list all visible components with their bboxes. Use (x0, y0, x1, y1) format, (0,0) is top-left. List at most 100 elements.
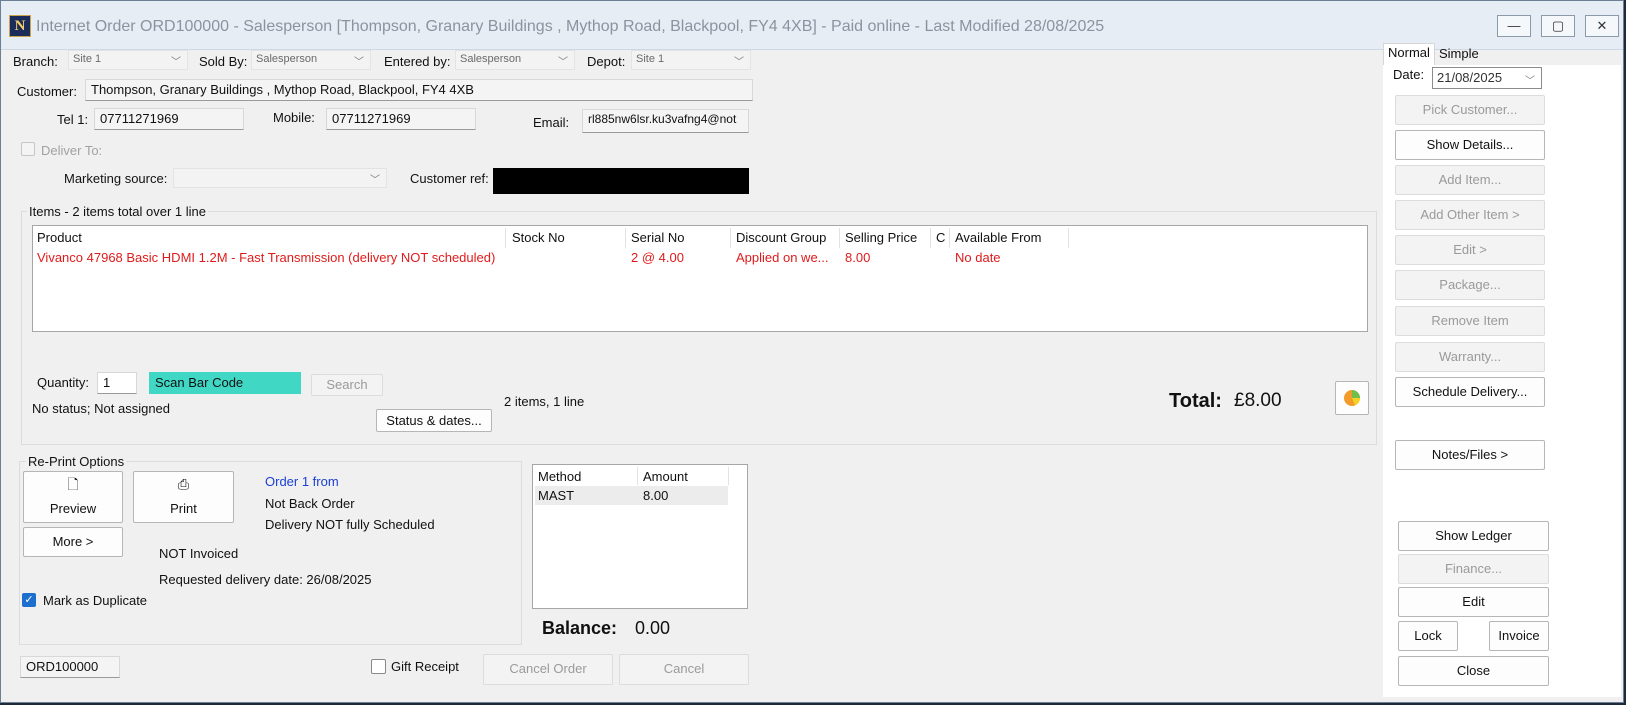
search-button[interactable]: Search (311, 374, 383, 396)
minimize-icon: — (1507, 18, 1521, 33)
chevron-down-icon: ﹀ (354, 57, 364, 68)
date-picker[interactable]: 21/08/2025 ﹀ (1432, 67, 1542, 89)
edit-item-button[interactable]: Edit > (1395, 235, 1545, 265)
gift-receipt-label: Gift Receipt (391, 659, 459, 674)
chevron-down-icon: ﹀ (734, 57, 744, 68)
restore-button[interactable]: ▢ (1541, 15, 1575, 37)
sold-by-select[interactable]: Salesperson ﹀ (251, 50, 371, 70)
order-link[interactable]: Order 1 from (265, 474, 339, 489)
column-header-method[interactable]: Method (538, 469, 581, 484)
tel-field[interactable]: 07711271969 (94, 108, 244, 130)
restore-icon: ▢ (1551, 18, 1565, 33)
column-header-available-from[interactable]: Available From (955, 230, 1041, 245)
show-details-button[interactable]: Show Details... (1395, 130, 1545, 160)
email-label: Email: (533, 115, 570, 130)
deliver-to-checkbox[interactable] (21, 142, 35, 156)
pick-customer-button[interactable]: Pick Customer... (1395, 95, 1545, 125)
window-title: Internet Order ORD100000 - Salesperson [… (36, 18, 1105, 35)
check-icon: ✓ (24, 594, 34, 606)
show-ledger-button[interactable]: Show Ledger (1398, 521, 1549, 551)
item-selling-price-cell: 8.00 (845, 250, 871, 265)
invoice-button[interactable]: Invoice (1489, 621, 1549, 651)
quantity-input[interactable]: 1 (97, 372, 137, 394)
email-field[interactable]: rl885nw6lsr.ku3vafng4@not (582, 109, 749, 133)
column-divider (728, 467, 729, 485)
customer-ref-field[interactable] (493, 168, 749, 194)
item-discount-group-cell: Applied on we... (736, 250, 829, 265)
total-value: £8.00 (1234, 390, 1282, 411)
customer-ref-label: Customer ref: (410, 171, 489, 186)
payment-amount-cell: 8.00 (643, 488, 669, 503)
close-button[interactable]: Close (1398, 656, 1549, 686)
tab-normal[interactable]: Normal (1383, 43, 1435, 65)
items-group-label: Items - 2 items total over 1 line (27, 204, 209, 219)
item-product-cell[interactable]: Vivanco 47968 Basic HDMI 1.2M - Fast Tra… (37, 250, 495, 265)
quantity-label: Quantity: (37, 375, 90, 390)
chevron-down-icon: ﹀ (370, 175, 380, 186)
warranty-button[interactable]: Warranty... (1395, 342, 1545, 372)
add-other-item-button[interactable]: Add Other Item > (1395, 200, 1545, 230)
add-item-button[interactable]: Add Item... (1395, 165, 1545, 195)
items-list[interactable]: Product Stock No Serial No Discount Grou… (32, 225, 1368, 332)
title-bar[interactable]: N Internet Order ORD100000 - Salesperson… (1, 1, 1623, 50)
depot-select[interactable]: Site 1 ﹀ (631, 50, 751, 70)
sold-by-value: Salesperson (256, 53, 318, 65)
tab-simple-label: Simple (1439, 46, 1479, 61)
document-icon: 🗋 (67, 476, 79, 492)
mobile-label: Mobile: (273, 110, 315, 125)
customer-field[interactable]: Thompson, Granary Buildings , Mythop Roa… (85, 79, 753, 101)
gift-receipt-checkbox[interactable] (371, 659, 386, 674)
minimize-button[interactable]: — (1497, 15, 1531, 37)
balance-value: 0.00 (635, 618, 671, 638)
column-header-stock-no[interactable]: Stock No (512, 230, 565, 245)
chevron-down-icon: ﹀ (171, 57, 181, 68)
column-header-serial-no[interactable]: Serial No (631, 230, 684, 245)
mobile-field[interactable]: 07711271969 (326, 108, 476, 130)
column-divider (637, 467, 638, 485)
scan-barcode-input[interactable]: Scan Bar Code (149, 372, 301, 394)
tab-simple[interactable]: Simple (1439, 46, 1479, 61)
package-button[interactable]: Package... (1395, 270, 1545, 300)
sold-by-label: Sold By: (199, 54, 248, 69)
remove-item-button[interactable]: Remove Item (1395, 306, 1545, 336)
branch-value: Site 1 (73, 53, 102, 65)
branch-label: Branch: (13, 54, 58, 69)
branch-select[interactable]: Site 1 ﹀ (68, 50, 188, 70)
chevron-down-icon: ﹀ (1525, 76, 1535, 87)
preview-button[interactable]: 🗋 Preview (23, 471, 123, 523)
column-divider (730, 228, 731, 248)
column-header-amount[interactable]: Amount (643, 469, 688, 484)
more-button[interactable]: More > (23, 527, 123, 557)
schedule-delivery-button[interactable]: Schedule Delivery... (1395, 377, 1545, 407)
cancel-order-button[interactable]: Cancel Order (483, 654, 613, 685)
finance-button[interactable]: Finance... (1398, 554, 1549, 584)
date-value: 21/08/2025 (1437, 70, 1503, 85)
cancel-button[interactable]: Cancel (619, 654, 749, 685)
column-divider (930, 228, 931, 248)
column-header-product[interactable]: Product (37, 230, 82, 245)
edit-button[interactable]: Edit (1398, 587, 1549, 617)
customer-label: Customer: (17, 84, 77, 99)
mark-duplicate-checkbox[interactable]: ✓ (22, 593, 36, 607)
entered-by-select[interactable]: Salesperson ﹀ (455, 50, 575, 70)
column-header-discount-group[interactable]: Discount Group (736, 230, 826, 245)
item-available-from-cell: No date (955, 250, 1001, 265)
marketing-source-select[interactable]: ﹀ (173, 168, 387, 188)
deliver-to-label: Deliver To: (41, 143, 103, 158)
status-dates-button[interactable]: Status & dates... (376, 409, 492, 432)
tab-normal-label: Normal (1388, 45, 1430, 60)
payments-list[interactable]: Method Amount MAST 8.00 (532, 464, 748, 609)
column-header-c[interactable]: C (936, 230, 945, 245)
balance-label: Balance: (542, 618, 618, 638)
lock-button[interactable]: Lock (1398, 621, 1458, 651)
entered-by-label: Entered by: (384, 54, 451, 69)
column-divider (505, 228, 506, 248)
notes-files-button[interactable]: Notes/Files > (1395, 440, 1545, 470)
chevron-down-icon: ﹀ (558, 57, 568, 68)
column-header-selling-price[interactable]: Selling Price (845, 230, 917, 245)
close-window-button[interactable]: ✕ (1585, 15, 1619, 37)
chart-button[interactable] (1335, 381, 1369, 415)
invoiced-status-text: NOT Invoiced (159, 546, 239, 561)
status-text: No status; Not assigned (32, 401, 171, 416)
print-button[interactable]: ⎙ Print (133, 471, 234, 523)
